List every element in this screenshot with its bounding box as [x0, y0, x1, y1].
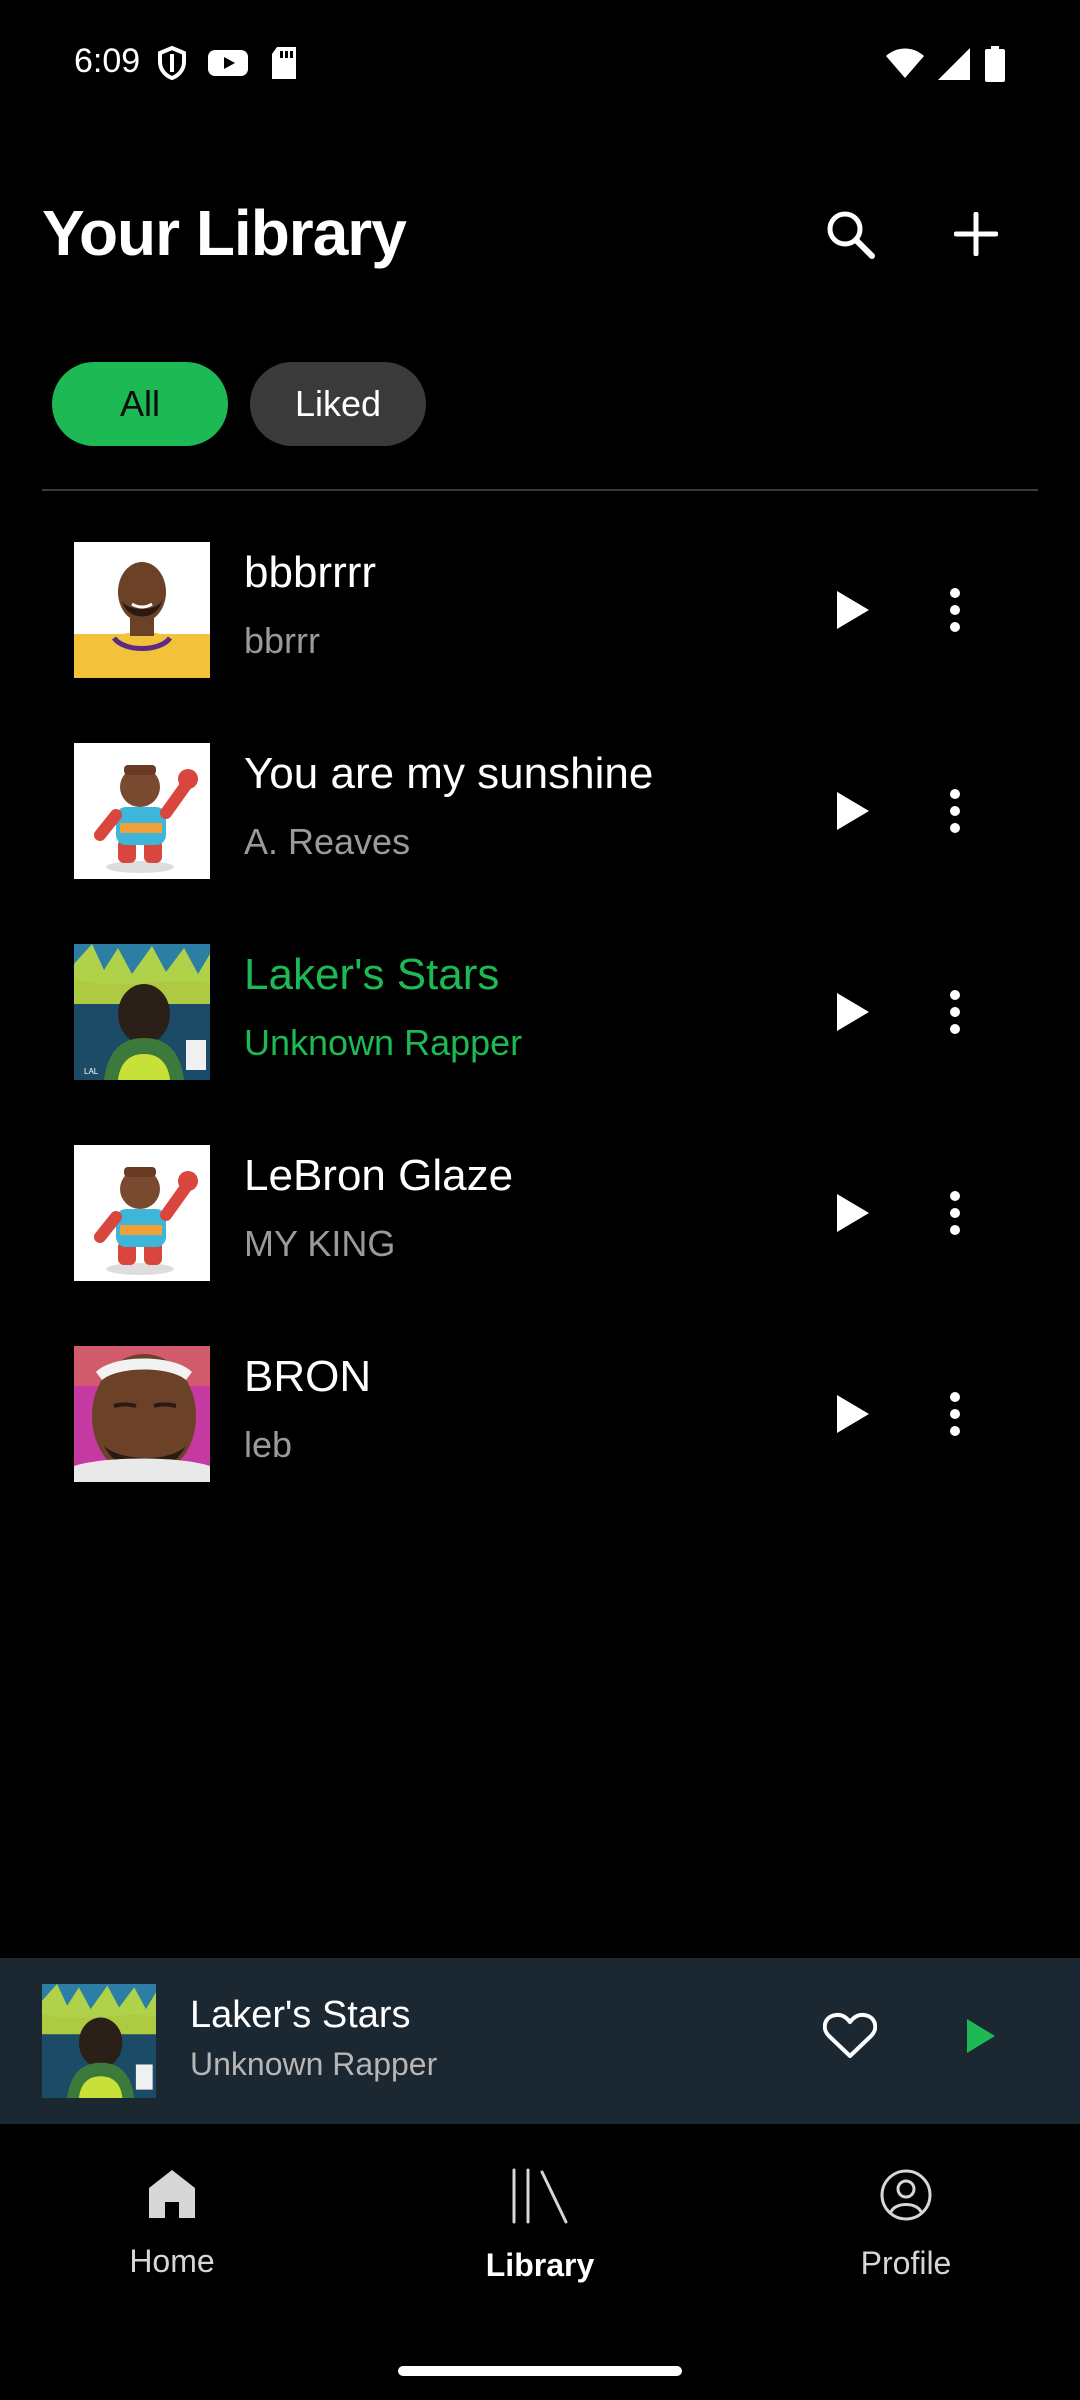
wifi-icon — [886, 48, 924, 85]
bottom-navigation: Home Library Profile — [0, 2124, 1080, 2400]
play-button[interactable] — [830, 783, 876, 843]
play-icon — [835, 589, 871, 636]
nav-item-home[interactable]: Home — [62, 2168, 282, 2288]
cell-signal-icon — [938, 48, 970, 85]
filter-chips: All Liked — [52, 362, 426, 446]
play-button[interactable] — [830, 1386, 876, 1446]
track-artist: A. Reaves — [244, 821, 411, 862]
track-artwork — [74, 1346, 210, 1482]
filter-chip-all[interactable]: All — [52, 362, 228, 446]
track-artwork — [74, 1145, 210, 1281]
shield-icon — [158, 45, 186, 85]
mini-player[interactable]: Laker's Stars Unknown Rapper — [0, 1958, 1080, 2124]
search-icon — [824, 208, 876, 265]
page-title: Your Library — [42, 197, 407, 269]
play-icon — [965, 2017, 997, 2060]
track-title: LeBron Glaze — [244, 1151, 514, 1200]
add-icon — [953, 211, 999, 261]
add-button[interactable] — [946, 206, 1006, 266]
like-button[interactable] — [820, 2008, 880, 2068]
list-item[interactable]: You are my sunshine A. Reaves — [0, 721, 1080, 901]
track-title: Laker's Stars — [244, 950, 500, 999]
play-icon — [835, 1192, 871, 1239]
mini-player-artwork — [42, 1984, 156, 2098]
nav-item-library[interactable]: Library — [430, 2168, 650, 2288]
more-options-button[interactable] — [940, 1175, 970, 1255]
mini-player-title: Laker's Stars — [190, 1994, 411, 2036]
track-artwork — [74, 542, 210, 678]
play-icon — [835, 790, 871, 837]
nav-item-label: Home — [129, 2243, 215, 2279]
track-artwork — [74, 743, 210, 879]
search-button[interactable] — [820, 206, 880, 266]
nav-item-label: Profile — [860, 2245, 952, 2281]
status-icons-left — [158, 45, 298, 85]
more-options-button[interactable] — [940, 773, 970, 853]
heart-icon — [822, 2012, 878, 2065]
more-options-button[interactable] — [940, 974, 970, 1054]
mini-player-artist: Unknown Rapper — [190, 2046, 438, 2082]
sd-card-icon — [270, 47, 298, 84]
nav-item-profile[interactable]: Profile — [796, 2168, 1016, 2288]
track-artist: Unknown Rapper — [244, 1022, 523, 1063]
profile-icon — [879, 2168, 933, 2227]
more-vert-icon — [949, 1391, 961, 1442]
battery-icon — [984, 46, 1006, 87]
status-icons-right — [886, 46, 1006, 87]
more-options-button[interactable] — [940, 1376, 970, 1456]
play-icon — [835, 1393, 871, 1440]
play-button[interactable] — [830, 984, 876, 1044]
list-item[interactable]: LAL Laker's Stars Unknown Rapper — [0, 922, 1080, 1102]
divider — [42, 489, 1038, 491]
more-vert-icon — [949, 788, 961, 839]
track-title: BRON — [244, 1352, 372, 1401]
track-artist: leb — [244, 1424, 293, 1465]
more-vert-icon — [949, 1190, 961, 1241]
play-button[interactable] — [830, 1185, 876, 1245]
track-artist: bbrrr — [244, 620, 321, 661]
track-title: bbbrrrr — [244, 548, 377, 597]
home-indicator[interactable] — [398, 2366, 682, 2376]
library-icon — [510, 2168, 570, 2229]
svg-text:LAL: LAL — [84, 1067, 99, 1076]
track-artwork: LAL — [74, 944, 210, 1080]
list-item[interactable]: BRON leb — [0, 1324, 1080, 1504]
status-bar: 6:09 — [0, 0, 1080, 130]
more-vert-icon — [949, 587, 961, 638]
track-title: You are my sunshine — [244, 749, 654, 798]
status-time: 6:09 — [74, 42, 141, 80]
nav-item-label: Library — [485, 2247, 595, 2283]
mini-player-play-button[interactable] — [956, 2008, 1006, 2068]
track-artist: MY KING — [244, 1223, 396, 1264]
more-vert-icon — [949, 989, 961, 1040]
home-icon — [147, 2168, 197, 2225]
youtube-icon — [208, 48, 248, 83]
list-item[interactable]: bbbrrrr bbrrr — [0, 520, 1080, 700]
play-icon — [835, 991, 871, 1038]
play-button[interactable] — [830, 582, 876, 642]
filter-chip-liked[interactable]: Liked — [250, 362, 426, 446]
more-options-button[interactable] — [940, 572, 970, 652]
list-item[interactable]: LeBron Glaze MY KING — [0, 1123, 1080, 1303]
